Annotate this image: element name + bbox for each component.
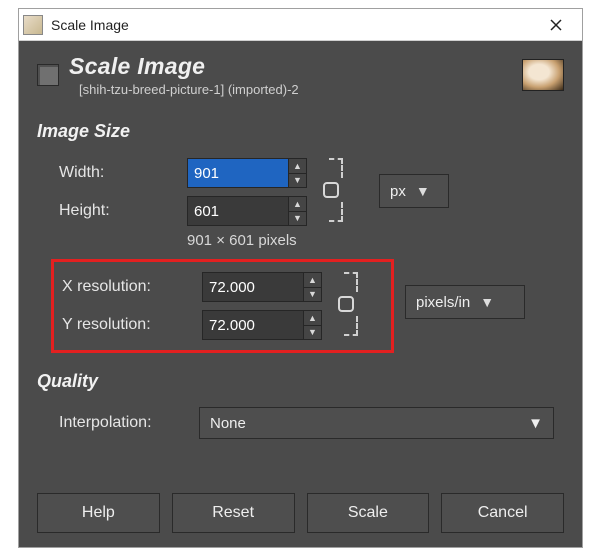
image-size-heading: Image Size: [37, 121, 564, 142]
chevron-down-icon: ▼: [416, 183, 430, 199]
width-label: Width:: [59, 164, 187, 182]
height-label: Height:: [59, 202, 187, 220]
xres-down[interactable]: ▼: [304, 288, 321, 302]
x-resolution-input[interactable]: [203, 273, 303, 301]
height-row: Height: ▲ ▼: [59, 192, 564, 230]
dialog-subtitle: [shih-tzu-breed-picture-1] (imported)-2: [79, 82, 512, 97]
size-unit-value: px: [390, 183, 406, 200]
interpolation-row: Interpolation: None ▼: [59, 404, 564, 442]
quality-heading: Quality: [37, 371, 564, 392]
app-icon: [23, 15, 43, 35]
scale-icon: [37, 64, 59, 86]
height-down[interactable]: ▼: [289, 212, 306, 226]
width-input[interactable]: [188, 159, 288, 187]
chevron-down-icon: ▼: [528, 415, 543, 432]
reset-button[interactable]: Reset: [172, 493, 295, 533]
y-resolution-input[interactable]: [203, 311, 303, 339]
interpolation-value: None: [210, 415, 246, 432]
height-input[interactable]: [188, 197, 288, 225]
y-resolution-label: Y resolution:: [62, 316, 202, 334]
resolution-unit-value: pixels/in: [416, 294, 470, 311]
xres-up[interactable]: ▲: [304, 273, 321, 288]
dialog-body: Scale Image [shih-tzu-breed-picture-1] (…: [19, 41, 582, 547]
resolution-highlight: X resolution: ▲ ▼ Y resolution:: [51, 259, 394, 353]
size-unit-select[interactable]: px ▼: [379, 174, 449, 208]
pixel-dimensions: 901 × 601 pixels: [187, 232, 564, 249]
help-button[interactable]: Help: [37, 493, 160, 533]
window-title: Scale Image: [51, 17, 536, 33]
interpolation-select[interactable]: None ▼: [199, 407, 554, 439]
dialog-title: Scale Image: [69, 53, 512, 80]
scale-image-dialog: Scale Image Scale Image [shih-tzu-breed-…: [18, 8, 583, 548]
image-thumbnail: [522, 59, 564, 91]
height-up[interactable]: ▲: [289, 197, 306, 212]
width-up[interactable]: ▲: [289, 159, 306, 174]
titlebar: Scale Image: [19, 9, 582, 41]
width-row: Width: ▲ ▼: [59, 154, 564, 192]
width-spinner[interactable]: ▲ ▼: [187, 158, 307, 188]
x-resolution-spinner[interactable]: ▲ ▼: [202, 272, 322, 302]
height-spinner[interactable]: ▲ ▼: [187, 196, 307, 226]
width-down[interactable]: ▼: [289, 174, 306, 188]
chevron-down-icon: ▼: [480, 294, 494, 310]
cancel-button[interactable]: Cancel: [441, 493, 564, 533]
y-resolution-spinner[interactable]: ▲ ▼: [202, 310, 322, 340]
yres-up[interactable]: ▲: [304, 311, 321, 326]
dialog-header: Scale Image [shih-tzu-breed-picture-1] (…: [37, 53, 564, 97]
scale-button[interactable]: Scale: [307, 493, 430, 533]
x-resolution-row: X resolution: ▲ ▼: [62, 268, 385, 306]
close-button[interactable]: [536, 11, 576, 39]
yres-down[interactable]: ▼: [304, 326, 321, 340]
resolution-unit-select[interactable]: pixels/in ▼: [405, 285, 525, 319]
interpolation-label: Interpolation:: [59, 414, 199, 432]
x-resolution-label: X resolution:: [62, 278, 202, 296]
button-bar: Help Reset Scale Cancel: [37, 479, 564, 533]
y-resolution-row: Y resolution: ▲ ▼: [62, 306, 385, 344]
